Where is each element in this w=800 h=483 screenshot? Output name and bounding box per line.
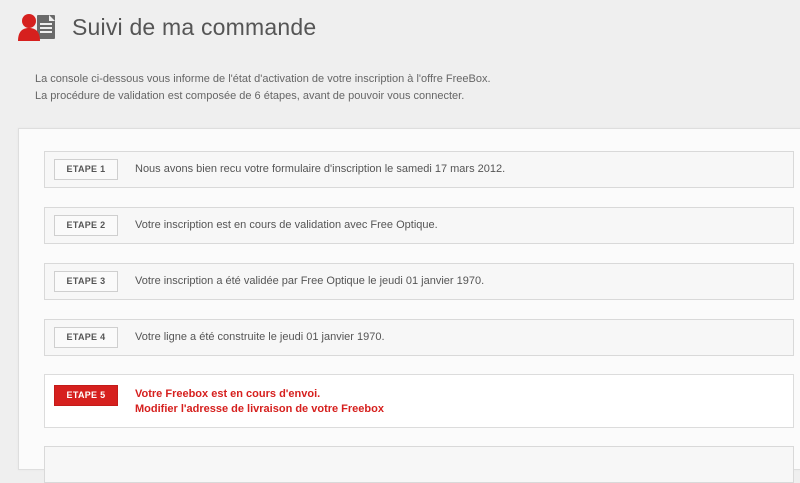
step-badge: ETAPE 4 xyxy=(54,327,118,348)
step-badge: ETAPE 3 xyxy=(54,271,118,292)
step-status-text: Votre Freebox est en cours d'envoi. xyxy=(135,388,321,400)
intro-text: La console ci-dessous vous informe de l'… xyxy=(35,71,755,105)
step-5: ETAPE 5 Votre Freebox est en cours d'env… xyxy=(44,374,794,428)
step-4: ETAPE 4 Votre ligne a été construite le … xyxy=(44,319,794,356)
intro-line: La procédure de validation est composée … xyxy=(35,90,465,102)
step-text: Nous avons bien recu votre formulaire d'… xyxy=(135,163,506,175)
change-delivery-address-link[interactable]: Modifier l'adresse de livraison de votre… xyxy=(135,402,384,417)
step-6 xyxy=(44,446,794,483)
step-badge: ETAPE 1 xyxy=(54,159,118,180)
step-badge-active: ETAPE 5 xyxy=(54,385,118,406)
step-badge: ETAPE 2 xyxy=(54,215,118,236)
step-text: Votre ligne a été construite le jeudi 01… xyxy=(135,331,385,343)
user-document-icon xyxy=(18,14,55,41)
step-1: ETAPE 1 Nous avons bien recu votre formu… xyxy=(44,151,794,188)
page-header: Suivi de ma commande xyxy=(0,0,800,60)
intro-line: La console ci-dessous vous informe de l'… xyxy=(35,73,491,85)
step-2: ETAPE 2 Votre inscription est en cours d… xyxy=(44,207,794,244)
step-text: Votre Freebox est en cours d'envoi. Modi… xyxy=(135,387,384,417)
step-3: ETAPE 3 Votre inscription a été validée … xyxy=(44,263,794,300)
step-text: Votre inscription est en cours de valida… xyxy=(135,219,438,231)
page-title: Suivi de ma commande xyxy=(72,14,317,40)
step-text: Votre inscription a été validée par Free… xyxy=(135,275,485,287)
steps-panel: ETAPE 1 Nous avons bien recu votre formu… xyxy=(18,128,800,483)
